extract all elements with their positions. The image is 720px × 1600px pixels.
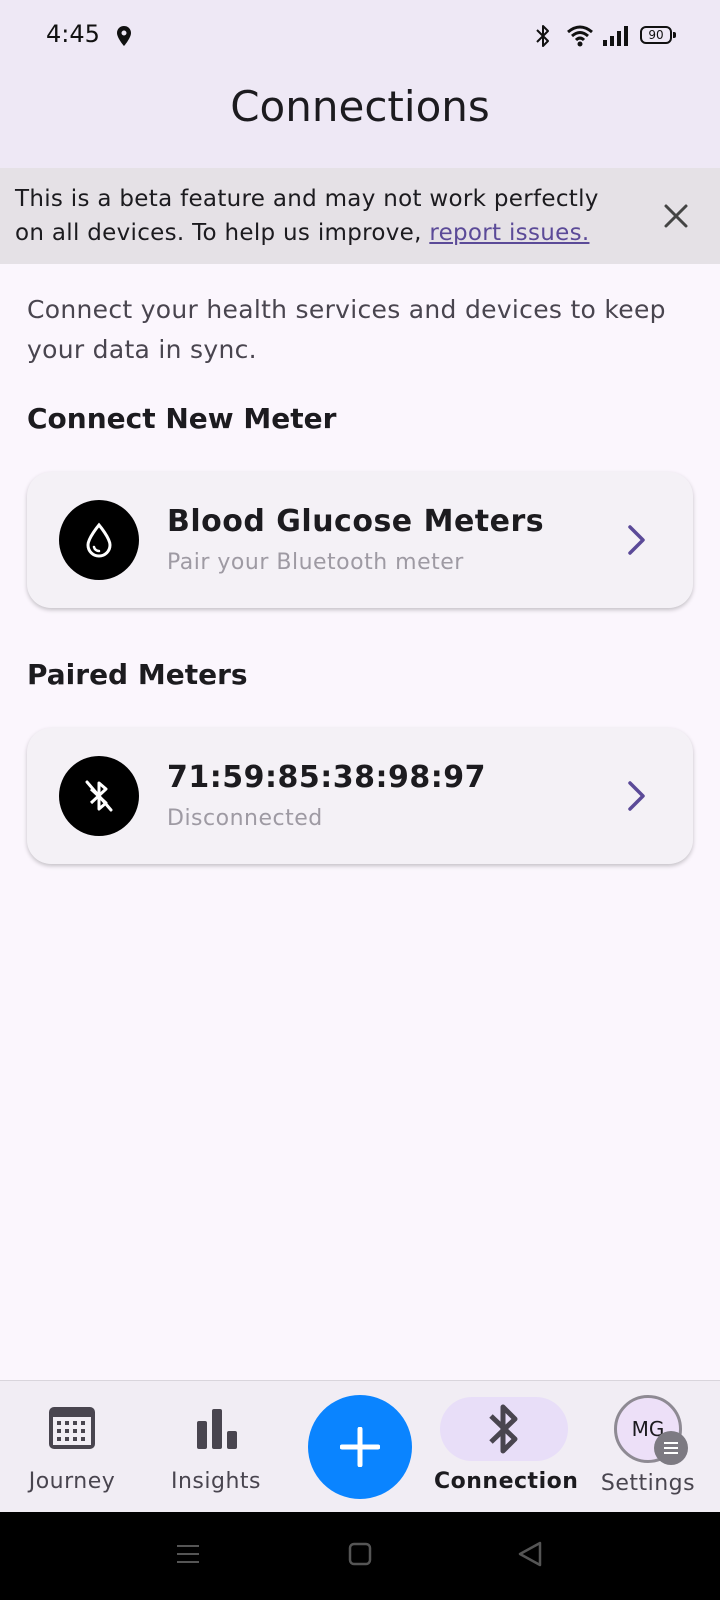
status-time: 4:45 xyxy=(46,20,100,48)
nav-label: Connection xyxy=(434,1469,579,1494)
bluetooth-disabled-icon xyxy=(59,756,139,836)
water-drop-icon xyxy=(59,500,139,580)
system-nav-bar xyxy=(0,1512,720,1600)
paired-meters-heading: Paired Meters xyxy=(27,658,248,691)
bluetooth-icon xyxy=(536,25,549,47)
paired-meter-card[interactable]: 71:59:85:38:98:97 Disconnected xyxy=(27,728,693,864)
bar-chart-icon xyxy=(197,1409,237,1449)
battery-icon: 90 xyxy=(640,26,676,44)
meter-address: 71:59:85:38:98:97 xyxy=(167,760,486,795)
bottom-nav: Journey Insights Connection Settings MG xyxy=(0,1380,720,1513)
beta-banner: This is a beta feature and may not work … xyxy=(0,168,720,264)
blood-glucose-meters-card[interactable]: Blood Glucose Meters Pair your Bluetooth… xyxy=(27,472,693,608)
nav-label: Settings xyxy=(600,1471,696,1496)
banner-text: This is a beta feature and may not work … xyxy=(15,182,625,250)
chevron-right-icon xyxy=(628,781,645,811)
meter-status: Disconnected xyxy=(167,806,323,831)
status-bar: 4:45 90 xyxy=(0,0,720,72)
wifi-icon xyxy=(567,25,593,47)
add-button[interactable] xyxy=(308,1395,412,1499)
chevron-right-icon xyxy=(628,525,645,555)
card-subtitle: Pair your Bluetooth meter xyxy=(167,550,464,575)
nav-label: Journey xyxy=(28,1469,116,1494)
back-icon[interactable] xyxy=(516,1540,544,1568)
plus-icon xyxy=(340,1427,380,1467)
connect-new-meter-heading: Connect New Meter xyxy=(27,402,337,435)
nav-journey[interactable]: Journey xyxy=(12,1381,132,1513)
nav-label: Insights xyxy=(170,1469,261,1494)
menu-badge-icon xyxy=(654,1431,688,1465)
report-issues-link[interactable]: report issues. xyxy=(429,220,589,246)
nav-insights[interactable]: Insights xyxy=(156,1381,276,1513)
home-icon[interactable] xyxy=(348,1542,372,1566)
bluetooth-icon xyxy=(489,1404,518,1454)
intro-text: Connect your health services and devices… xyxy=(27,295,666,364)
menu-icon[interactable] xyxy=(176,1542,200,1566)
close-icon[interactable] xyxy=(662,202,690,230)
page-title: Connections xyxy=(230,82,490,131)
card-title: Blood Glucose Meters xyxy=(167,504,545,539)
calendar-icon xyxy=(49,1407,95,1449)
nav-connection[interactable]: Connection xyxy=(434,1381,579,1513)
location-icon xyxy=(117,26,131,46)
top-bar: 4:45 90 Connections xyxy=(0,0,720,168)
signal-icon xyxy=(603,26,628,46)
